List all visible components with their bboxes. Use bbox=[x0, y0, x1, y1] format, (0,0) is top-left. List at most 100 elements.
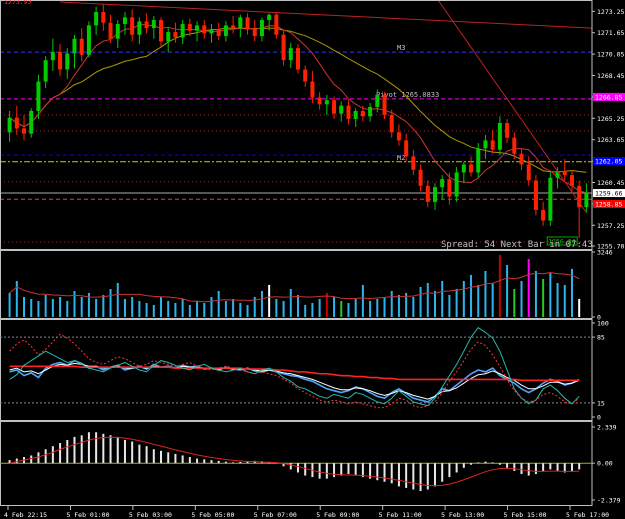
volume-bar bbox=[542, 278, 545, 317]
volume-bar bbox=[15, 280, 18, 317]
macd-bar bbox=[59, 443, 62, 464]
candle-body bbox=[101, 12, 106, 23]
macd-bar bbox=[87, 432, 90, 464]
candle-body bbox=[122, 17, 127, 25]
volume-bar bbox=[498, 254, 501, 317]
macd-bar bbox=[549, 463, 552, 470]
candle-body bbox=[223, 25, 228, 37]
y-tick-label: 85 bbox=[597, 334, 605, 342]
macd-bar bbox=[513, 463, 516, 471]
macd-bar bbox=[542, 463, 545, 471]
macd-bar bbox=[570, 463, 573, 471]
macd-bar bbox=[174, 453, 177, 464]
x-tick-label: 5 Feb 01:00 bbox=[66, 511, 109, 519]
volume-bar bbox=[491, 282, 494, 317]
candle-body bbox=[389, 114, 394, 133]
volume-bar bbox=[354, 298, 357, 317]
volume-bar bbox=[412, 296, 415, 317]
volume-bar bbox=[8, 292, 11, 317]
macd-bar bbox=[340, 463, 343, 476]
candle-body bbox=[562, 171, 567, 176]
candle-body bbox=[324, 100, 329, 105]
macd-bar bbox=[66, 439, 69, 464]
macd-bar bbox=[318, 463, 321, 479]
macd-bar bbox=[289, 463, 292, 470]
volume-bar bbox=[268, 284, 271, 317]
x-tick-label: 5 Feb 11:00 bbox=[379, 511, 422, 519]
macd-bar bbox=[51, 446, 54, 464]
volume-bar bbox=[239, 302, 242, 317]
volume-bar bbox=[167, 300, 170, 317]
candle-body bbox=[43, 60, 48, 82]
trading-chart[interactable]: M3Pivot 1265.0833M21273.251271.651270.05… bbox=[0, 0, 625, 519]
candle-body bbox=[548, 177, 553, 221]
candle-body bbox=[115, 24, 120, 39]
macd-bar bbox=[232, 462, 235, 464]
macd-bar bbox=[325, 463, 328, 479]
volume-bar bbox=[520, 280, 523, 317]
macd-bar bbox=[477, 462, 480, 464]
volume-bar bbox=[361, 284, 364, 317]
volume-bar bbox=[549, 272, 552, 317]
price-panel[interactable]: M3Pivot 1265.0833M21273.251271.651270.05… bbox=[0, 0, 625, 251]
macd-bar bbox=[433, 463, 436, 487]
macd-bar bbox=[441, 463, 444, 482]
macd-bar bbox=[217, 460, 220, 464]
x-tick-label: 5 Feb 09:00 bbox=[316, 511, 359, 519]
volume-bar bbox=[23, 296, 26, 317]
volume-bar bbox=[340, 300, 343, 317]
volume-bar bbox=[138, 300, 141, 317]
candle-body bbox=[303, 69, 308, 82]
price-high-label: 1273.93 bbox=[4, 0, 31, 6]
candle-body bbox=[447, 179, 452, 197]
candle-body bbox=[454, 172, 459, 197]
volume-panel[interactable]: 32460 bbox=[0, 249, 613, 322]
macd-panel[interactable]: 2.339 0.00 -2.379 bbox=[0, 421, 621, 506]
x-tick-label: 4 Feb 22:15 bbox=[4, 511, 47, 519]
volume-bar bbox=[369, 300, 372, 317]
macd-bar bbox=[419, 463, 422, 492]
volume-bar bbox=[275, 298, 278, 317]
candle-body bbox=[440, 179, 445, 188]
macd-bar bbox=[491, 462, 494, 464]
candle-body bbox=[108, 22, 113, 39]
y-tick-label: 1270.05 bbox=[597, 51, 624, 59]
volume-bar bbox=[160, 296, 163, 317]
volume-bar bbox=[282, 300, 285, 317]
macd-bar bbox=[123, 439, 126, 464]
candle-body bbox=[368, 106, 373, 117]
y-tick-label: 3246 bbox=[597, 249, 613, 257]
volume-bar bbox=[210, 296, 213, 317]
y-tick-label: 0 bbox=[597, 414, 601, 422]
macd-bar bbox=[181, 455, 184, 464]
candle-body bbox=[166, 32, 171, 42]
macd-bar bbox=[167, 452, 170, 464]
volume-bar bbox=[217, 290, 220, 317]
macd-bar bbox=[527, 463, 530, 476]
volume-bar bbox=[455, 288, 458, 317]
macd-bar bbox=[354, 463, 357, 476]
volume-bar bbox=[188, 304, 191, 317]
price-tag-label: 1266.85 bbox=[595, 93, 622, 101]
macd-bar bbox=[390, 463, 393, 484]
macd-bar bbox=[224, 461, 227, 464]
volume-bar bbox=[152, 304, 155, 317]
y-tick-label: 1263.65 bbox=[597, 136, 624, 144]
volume-bar bbox=[318, 298, 321, 317]
candle-body bbox=[490, 140, 495, 150]
time-axis: 4 Feb 22:15 5 Feb 01:00 5 Feb 03:00 5 Feb 0… bbox=[4, 506, 609, 519]
candle-body bbox=[231, 25, 236, 29]
volume-bar bbox=[297, 294, 299, 317]
oscillator-panel[interactable]: 100 85 15 0 bbox=[0, 319, 609, 422]
y-tick-label: -2.379 bbox=[597, 497, 621, 505]
macd-bar bbox=[498, 463, 501, 465]
macd-bar bbox=[131, 441, 134, 464]
volume-bar bbox=[246, 304, 249, 317]
candle-body bbox=[151, 20, 156, 29]
volume-bar bbox=[311, 302, 314, 317]
x-tick-label: 5 Feb 13:00 bbox=[441, 511, 484, 519]
candle-body bbox=[360, 110, 365, 117]
volume-bar bbox=[232, 298, 235, 317]
volume-bar bbox=[131, 296, 134, 317]
macd-bar bbox=[462, 463, 465, 468]
